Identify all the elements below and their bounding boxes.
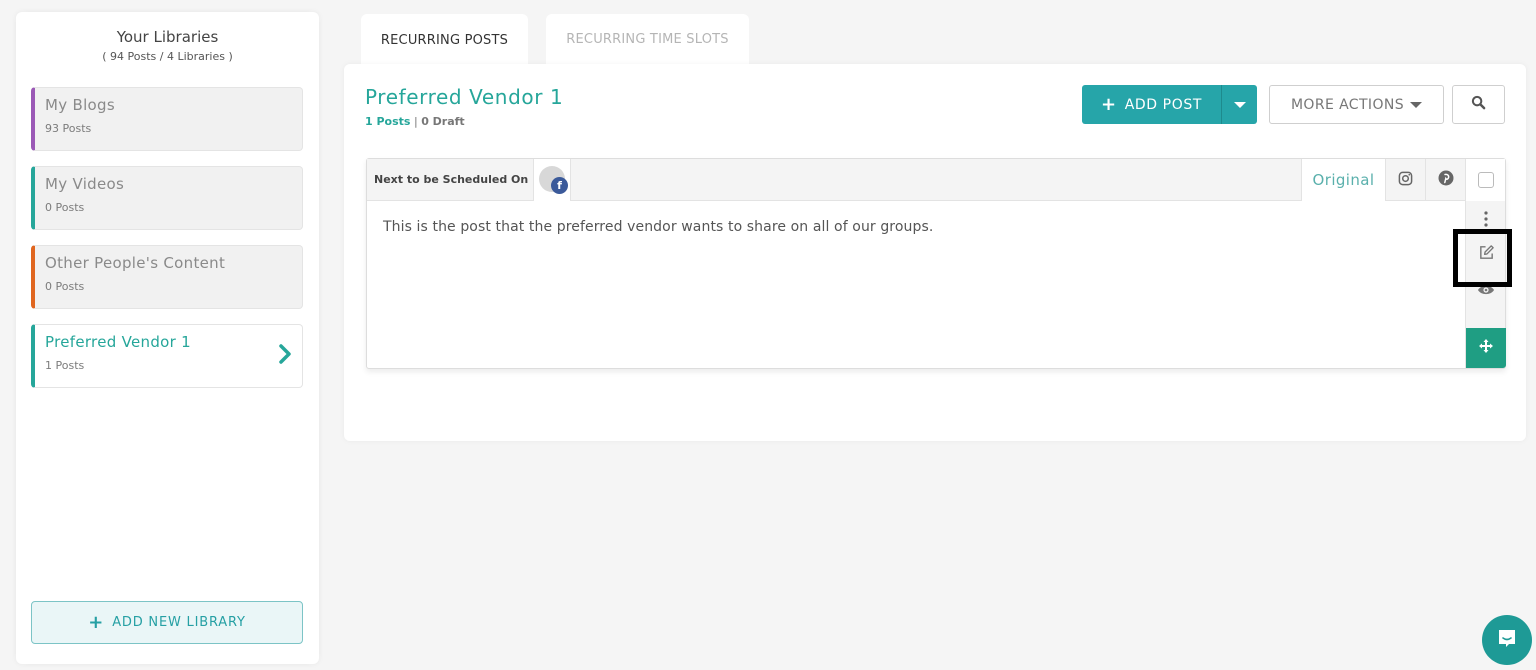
plus-icon: + [88,612,105,633]
tab-recurring-posts[interactable]: RECURRING POSTS [361,14,528,66]
tab-recurring-time-slots[interactable]: RECURRING TIME SLOTS [546,14,749,64]
library-title: Preferred Vendor 1 [365,85,564,109]
post-card: Next to be Scheduled On f Original This … [366,158,1506,369]
library-name: Other People's Content [45,254,226,272]
variant-tab-instagram[interactable] [1385,159,1425,201]
move-icon [1478,338,1494,358]
sidebar-summary: ( 94 Posts / 4 Libraries ) [102,50,233,63]
post-card-header: Next to be Scheduled On f Original [367,158,1505,201]
libraries-sidebar: Your Libraries ( 94 Posts / 4 Libraries … [16,12,319,664]
library-stats: 1 Posts | 0 Draft [365,115,465,128]
more-vertical-icon [1484,211,1488,231]
caret-down-icon [1233,101,1246,108]
variant-tab-original[interactable]: Original [1301,159,1385,201]
scheduled-profile-avatar[interactable]: f [533,158,571,201]
library-item-my-blogs[interactable]: My Blogs 93 Posts [31,87,303,151]
sidebar-title: Your Libraries [116,28,219,46]
add-post-button[interactable]: + ADD POST [1082,85,1222,124]
stats-separator: | [413,115,418,128]
library-count: 0 Posts [45,280,85,293]
library-item-my-videos[interactable]: My Videos 0 Posts [31,166,303,230]
variant-tabs: Original [1301,159,1505,201]
library-item-other-peoples-content[interactable]: Other People's Content 0 Posts [31,245,303,309]
instagram-icon [1398,171,1413,190]
eye-icon [1477,281,1495,300]
add-post-dropdown-toggle[interactable] [1222,101,1257,108]
edit-icon [1478,244,1495,265]
chat-icon [1496,627,1518,653]
library-panel: Preferred Vendor 1 1 Posts | 0 Draft + A… [344,64,1526,441]
more-options-button[interactable] [1466,209,1506,233]
edit-post-button[interactable] [1466,237,1506,271]
variant-tab-pinterest[interactable] [1425,159,1465,201]
drafts-count: 0 Draft [421,115,465,128]
select-post-checkbox[interactable] [1477,172,1494,188]
facebook-icon: f [551,176,568,194]
library-count: 93 Posts [45,122,92,135]
add-new-library-label: ADD NEW LIBRARY [112,615,246,630]
add-post-label: ADD POST [1124,96,1202,113]
add-post-button-group: + ADD POST [1082,85,1257,124]
posts-count: 1 Posts [365,115,411,128]
schedule-label: Next to be Scheduled On [374,173,529,186]
post-body-text: This is the post that the preferred vend… [383,219,934,235]
more-actions-button[interactable]: MORE ACTIONS [1269,85,1444,124]
search-icon [1471,95,1486,114]
preview-post-button[interactable] [1466,277,1506,303]
more-actions-label: MORE ACTIONS [1290,96,1405,113]
chevron-right-icon [278,343,292,371]
library-count: 1 Posts [45,359,85,372]
plus-icon: + [1101,94,1117,115]
library-count: 0 Posts [45,201,85,214]
move-post-handle[interactable] [1466,328,1506,368]
add-new-library-button[interactable]: + ADD NEW LIBRARY [31,601,303,644]
chat-widget-button[interactable] [1482,615,1532,665]
caret-down-icon [1410,101,1423,108]
library-name: My Videos [45,175,125,193]
search-button[interactable] [1452,85,1505,124]
pinterest-icon [1438,170,1454,190]
library-name: My Blogs [45,96,115,114]
library-item-preferred-vendor-1[interactable]: Preferred Vendor 1 1 Posts [31,324,303,388]
library-list: My Blogs 93 Posts My Videos 0 Posts Othe… [31,87,303,403]
select-post-cell [1465,159,1505,201]
library-name: Preferred Vendor 1 [45,333,192,351]
post-actions-column [1465,201,1506,368]
